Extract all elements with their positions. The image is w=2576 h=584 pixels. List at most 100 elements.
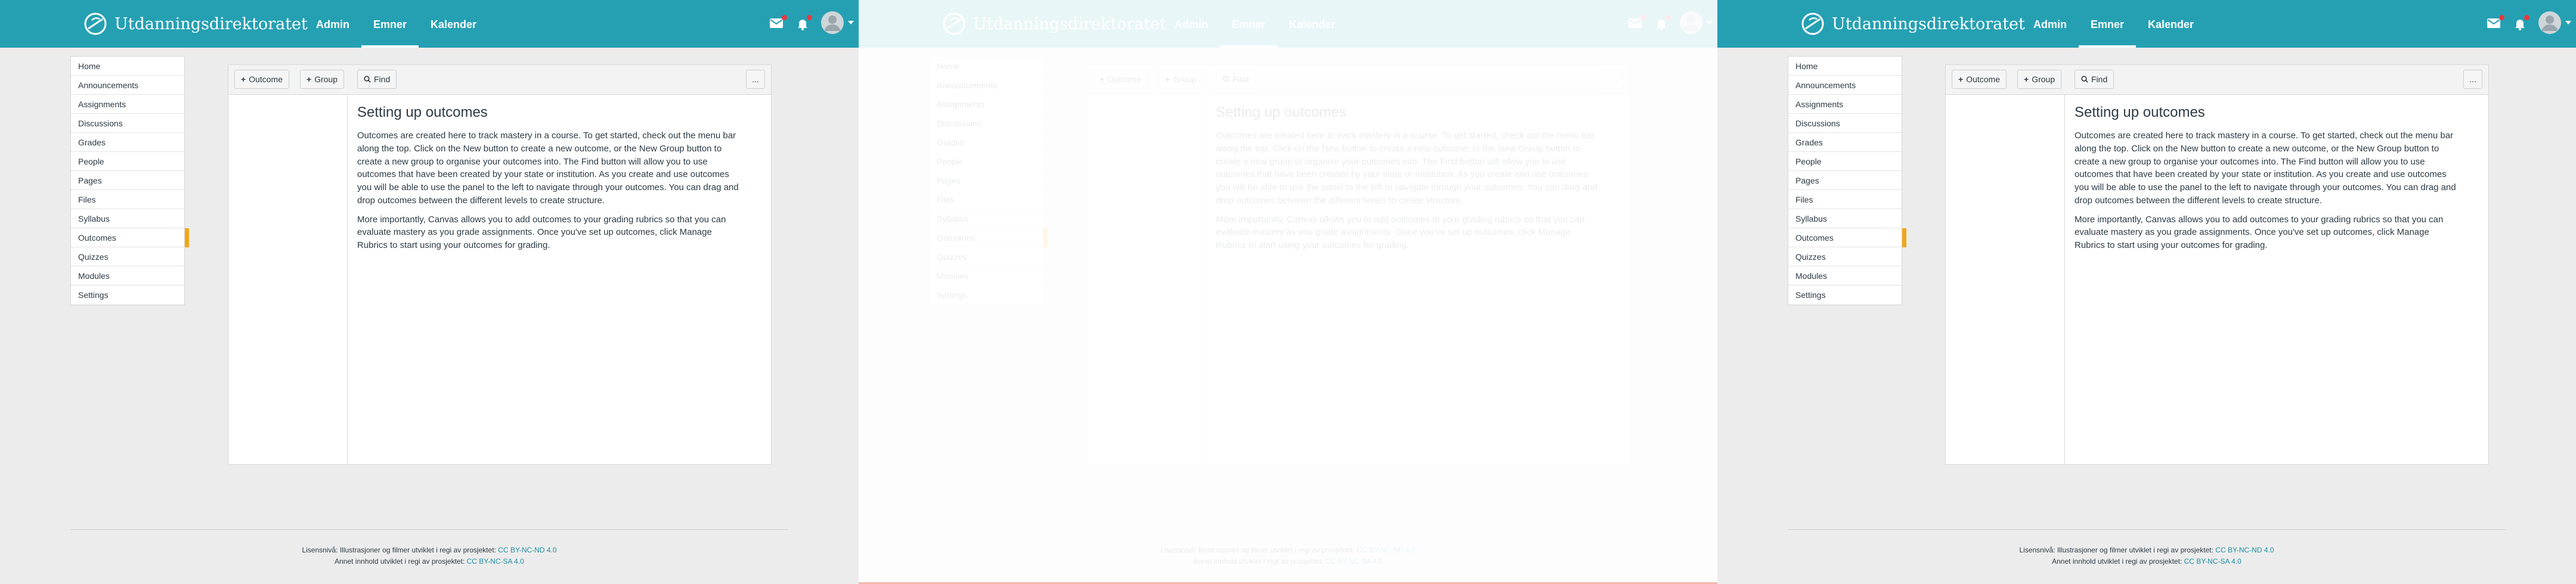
plus-icon: + xyxy=(306,74,312,84)
brand-logo[interactable]: Utdanningsdirektoratet xyxy=(83,12,308,36)
chevron-down-icon xyxy=(2565,21,2571,24)
profile-menu[interactable] xyxy=(2538,11,2571,35)
outcomes-content: Setting up outcomes Outcomes are created… xyxy=(1945,94,2489,465)
sidebar-item-files[interactable]: Files xyxy=(1788,190,1902,209)
logo-mark-icon xyxy=(1801,13,1824,35)
page-title: Setting up outcomes xyxy=(357,104,488,120)
sidebar-item-settings[interactable]: Settings xyxy=(71,285,184,305)
topnav-emner[interactable]: Emner xyxy=(361,0,419,48)
avatar-icon xyxy=(2538,11,2561,34)
plus-icon: + xyxy=(241,74,246,84)
more-options-button[interactable]: ... xyxy=(746,70,765,89)
sidebar-item-home[interactable]: Home xyxy=(71,57,184,76)
footer-license-text-1: Lisensnivå: Illustrasjoner og filmer utv… xyxy=(2019,546,2213,554)
add-group-button[interactable]: +Group xyxy=(300,70,345,89)
screen-panel-transition: Utdanningsdirektoratet Admin Emner Kalen… xyxy=(859,0,1717,584)
notification-unread-dot xyxy=(807,15,812,20)
sidebar-item-assignments[interactable]: Assignments xyxy=(1788,95,1902,114)
license-link-nd[interactable]: CC BY-NC-ND 4.0 xyxy=(498,546,556,554)
mail-icon[interactable] xyxy=(2487,15,2504,33)
footer-line-1: Lisensnivå: Illustrasjoner og filmer utv… xyxy=(0,545,859,556)
sidebar-item-assignments[interactable]: Assignments xyxy=(71,95,184,114)
outcomes-help-article: Setting up outcomes Outcomes are created… xyxy=(357,104,739,258)
add-outcome-button[interactable]: +Outcome xyxy=(234,70,289,89)
sidebar-item-home[interactable]: Home xyxy=(1788,57,1902,76)
topnav-admin[interactable]: Admin xyxy=(2021,0,2079,48)
sidebar-item-people[interactable]: People xyxy=(71,152,184,171)
screen-panel-left: Utdanningsdirektoratet Admin Emner Kalen… xyxy=(0,0,859,584)
sidebar-item-settings[interactable]: Settings xyxy=(1788,285,1902,305)
topnav-emner[interactable]: Emner xyxy=(2079,0,2137,48)
top-navigation: Admin Emner Kalender xyxy=(2021,0,2206,48)
footer-divider xyxy=(70,529,788,530)
license-link-sa[interactable]: CC BY-NC-SA 4.0 xyxy=(467,557,524,566)
header-actions xyxy=(680,0,859,48)
sidebar-item-modules[interactable]: Modules xyxy=(1788,266,1902,285)
find-label: Find xyxy=(374,74,391,84)
avatar-icon xyxy=(821,11,844,34)
footer-license-text-2: Annet innhold utviklet i regi av prosjek… xyxy=(335,557,465,566)
outcomes-tree-panel[interactable] xyxy=(1946,95,2065,464)
bell-icon[interactable] xyxy=(2513,15,2529,34)
footer-license-text-1: Lisensnivå: Illustrasjoner og filmer utv… xyxy=(302,546,496,554)
topnav-kalender[interactable]: Kalender xyxy=(2136,0,2206,48)
sidebar-item-syllabus[interactable]: Syllabus xyxy=(71,209,184,228)
course-navigation: Home Announcements Assignments Discussio… xyxy=(1788,56,1906,305)
sidebar-item-modules[interactable]: Modules xyxy=(71,266,184,285)
global-header: Utdanningsdirektoratet Admin Emner Kalen… xyxy=(0,0,859,48)
sidebar-item-discussions[interactable]: Discussions xyxy=(71,114,184,133)
help-paragraph-1: Outcomes are created here to track maste… xyxy=(357,131,739,206)
add-outcome-button[interactable]: +Outcome xyxy=(1952,70,2007,89)
license-link-nd[interactable]: CC BY-NC-ND 4.0 xyxy=(2215,546,2274,554)
brand-logo[interactable]: Utdanningsdirektoratet xyxy=(1801,12,2025,36)
chevron-down-icon xyxy=(848,21,854,24)
footer-line-2: Annet innhold utviklet i regi av prosjek… xyxy=(0,556,859,567)
help-paragraph-2: More importantly, Canvas allows you to a… xyxy=(2075,214,2444,251)
footer-divider xyxy=(1788,529,2506,530)
sidebar-item-quizzes[interactable]: Quizzes xyxy=(1788,247,1902,266)
sidebar-item-grades[interactable]: Grades xyxy=(1788,133,1902,152)
sidebar-item-pages[interactable]: Pages xyxy=(71,171,184,190)
add-group-label: Group xyxy=(2032,74,2055,84)
footer: Lisensnivå: Illustrasjoner og filmer utv… xyxy=(0,545,859,567)
sidebar-item-outcomes[interactable]: Outcomes xyxy=(71,228,189,247)
plus-icon: + xyxy=(2024,74,2029,84)
license-link-sa[interactable]: CC BY-NC-SA 4.0 xyxy=(2184,557,2241,566)
sidebar-item-files[interactable]: Files xyxy=(71,190,184,209)
add-group-button[interactable]: +Group xyxy=(2017,70,2062,89)
topnav-admin[interactable]: Admin xyxy=(304,0,361,48)
mail-unread-dot xyxy=(2499,15,2504,20)
profile-menu[interactable] xyxy=(821,11,854,35)
course-navigation: Home Announcements Assignments Discussio… xyxy=(70,56,189,305)
sidebar-item-announcements[interactable]: Announcements xyxy=(1788,76,1902,95)
global-header: Utdanningsdirektoratet Admin Emner Kalen… xyxy=(1717,0,2576,48)
mail-icon[interactable] xyxy=(769,15,787,33)
bell-icon[interactable] xyxy=(795,15,812,34)
sidebar-item-outcomes[interactable]: Outcomes xyxy=(1788,228,1906,247)
more-options-button[interactable]: ... xyxy=(2463,70,2482,89)
add-group-label: Group xyxy=(314,74,338,84)
footer: Lisensnivå: Illustrasjoner og filmer utv… xyxy=(1717,545,2576,567)
sidebar-item-pages[interactable]: Pages xyxy=(1788,171,1902,190)
outcomes-toolbar: +Outcome +Group Find ... xyxy=(228,64,772,94)
search-icon xyxy=(2081,76,2088,83)
help-paragraph-1: Outcomes are created here to track maste… xyxy=(2075,131,2456,206)
outcomes-tree-panel[interactable] xyxy=(228,95,348,464)
brand-name: Utdanningsdirektoratet xyxy=(114,14,308,33)
footer-line-1: Lisensnivå: Illustrasjoner og filmer utv… xyxy=(1717,545,2576,556)
sidebar-item-grades[interactable]: Grades xyxy=(71,133,184,152)
sidebar-item-quizzes[interactable]: Quizzes xyxy=(71,247,184,266)
mail-unread-dot xyxy=(782,15,787,20)
outcomes-content: Setting up outcomes Outcomes are created… xyxy=(228,94,772,465)
sidebar-item-syllabus[interactable]: Syllabus xyxy=(1788,209,1902,228)
find-button[interactable]: Find xyxy=(2075,70,2114,89)
sidebar-item-people[interactable]: People xyxy=(1788,152,1902,171)
find-button[interactable]: Find xyxy=(357,70,397,89)
sidebar-item-announcements[interactable]: Announcements xyxy=(71,76,184,95)
sidebar-item-discussions[interactable]: Discussions xyxy=(1788,114,1902,133)
transition-fade-overlay xyxy=(859,0,1717,584)
outcomes-help-article: Setting up outcomes Outcomes are created… xyxy=(2075,104,2456,258)
logo-mark-icon xyxy=(84,13,107,35)
topnav-kalender[interactable]: Kalender xyxy=(419,0,488,48)
page-title: Setting up outcomes xyxy=(2075,104,2205,120)
